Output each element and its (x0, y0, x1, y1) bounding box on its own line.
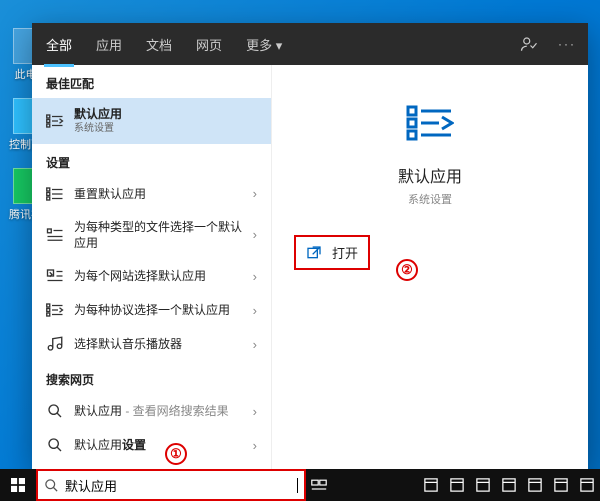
search-flyout: 全部 应用 文档 网页 更多 ▾ ··· 最佳匹配 默认应用系统设置 设置 重置… (32, 23, 588, 469)
chevron-right-icon: › (253, 337, 257, 352)
feedback-icon[interactable] (520, 35, 538, 53)
result-default-apps[interactable]: 默认应用系统设置 (32, 98, 271, 144)
preview-title: 默认应用 (398, 163, 462, 187)
web-item-0[interactable]: 默认应用 - 查看网络搜索结果› (32, 394, 271, 428)
open-label: 打开 (332, 243, 358, 262)
settings-item-2[interactable]: 为每个网站选择默认应用› (32, 259, 271, 293)
taskbar-pinned-4[interactable] (496, 469, 522, 501)
chevron-right-icon: › (253, 227, 257, 242)
start-button[interactable] (0, 469, 36, 501)
taskbar-pinned-2[interactable] (444, 469, 470, 501)
default-apps-icon (46, 112, 64, 130)
section-settings: 设置 (32, 144, 271, 177)
chevron-right-icon: › (253, 404, 257, 419)
result-subtitle: 系统设置 (74, 122, 257, 136)
taskbar-search[interactable] (36, 471, 306, 499)
chevron-right-icon: › (253, 438, 257, 453)
chevron-right-icon: › (253, 186, 257, 201)
music-icon (46, 335, 64, 353)
protocol-icon (46, 301, 64, 319)
settings-item-1[interactable]: 为每种类型的文件选择一个默认应用› (32, 211, 271, 259)
preview-subtitle: 系统设置 (408, 191, 452, 207)
scope-tabs: 全部 应用 文档 网页 更多 ▾ ··· (32, 23, 588, 65)
search-input[interactable] (65, 478, 293, 493)
web-item-1[interactable]: 默认应用设置› (32, 428, 271, 462)
tab-more[interactable]: 更多 ▾ (244, 25, 284, 64)
open-action[interactable]: 打开 (294, 235, 370, 270)
section-best-match: 最佳匹配 (32, 65, 271, 98)
tab-apps[interactable]: 应用 (94, 25, 124, 64)
taskbar-pinned-6[interactable] (548, 469, 574, 501)
taskbar-pinned-1[interactable] (418, 469, 444, 501)
preview-default-apps-icon (406, 103, 454, 143)
tab-all[interactable]: 全部 (44, 25, 74, 67)
taskbar (0, 469, 600, 501)
filetype-icon (46, 226, 64, 244)
results-list: 最佳匹配 默认应用系统设置 设置 重置默认应用› 为每种类型的文件选择一个默认应… (32, 65, 272, 469)
task-view-button[interactable] (306, 469, 332, 501)
preview-pane: 默认应用 系统设置 打开 (272, 65, 588, 469)
open-icon (306, 245, 322, 261)
result-title: 默认应用 (74, 106, 257, 122)
settings-item-3[interactable]: 为每种协议选择一个默认应用› (32, 293, 271, 327)
settings-item-4[interactable]: 选择默认音乐播放器› (32, 327, 271, 361)
reset-icon (46, 185, 64, 203)
tab-docs[interactable]: 文档 (144, 25, 174, 64)
taskbar-pinned-5[interactable] (522, 469, 548, 501)
taskbar-pinned-3[interactable] (470, 469, 496, 501)
tab-web[interactable]: 网页 (194, 25, 224, 64)
website-icon (46, 267, 64, 285)
search-icon (44, 478, 59, 493)
search-icon (46, 402, 64, 420)
section-web: 搜索网页 (32, 361, 271, 394)
search-icon (46, 436, 64, 454)
chevron-right-icon: › (253, 303, 257, 318)
chevron-right-icon: › (253, 269, 257, 284)
taskbar-pinned-7[interactable] (574, 469, 600, 501)
more-icon[interactable]: ··· (558, 37, 576, 51)
settings-item-0[interactable]: 重置默认应用› (32, 177, 271, 211)
